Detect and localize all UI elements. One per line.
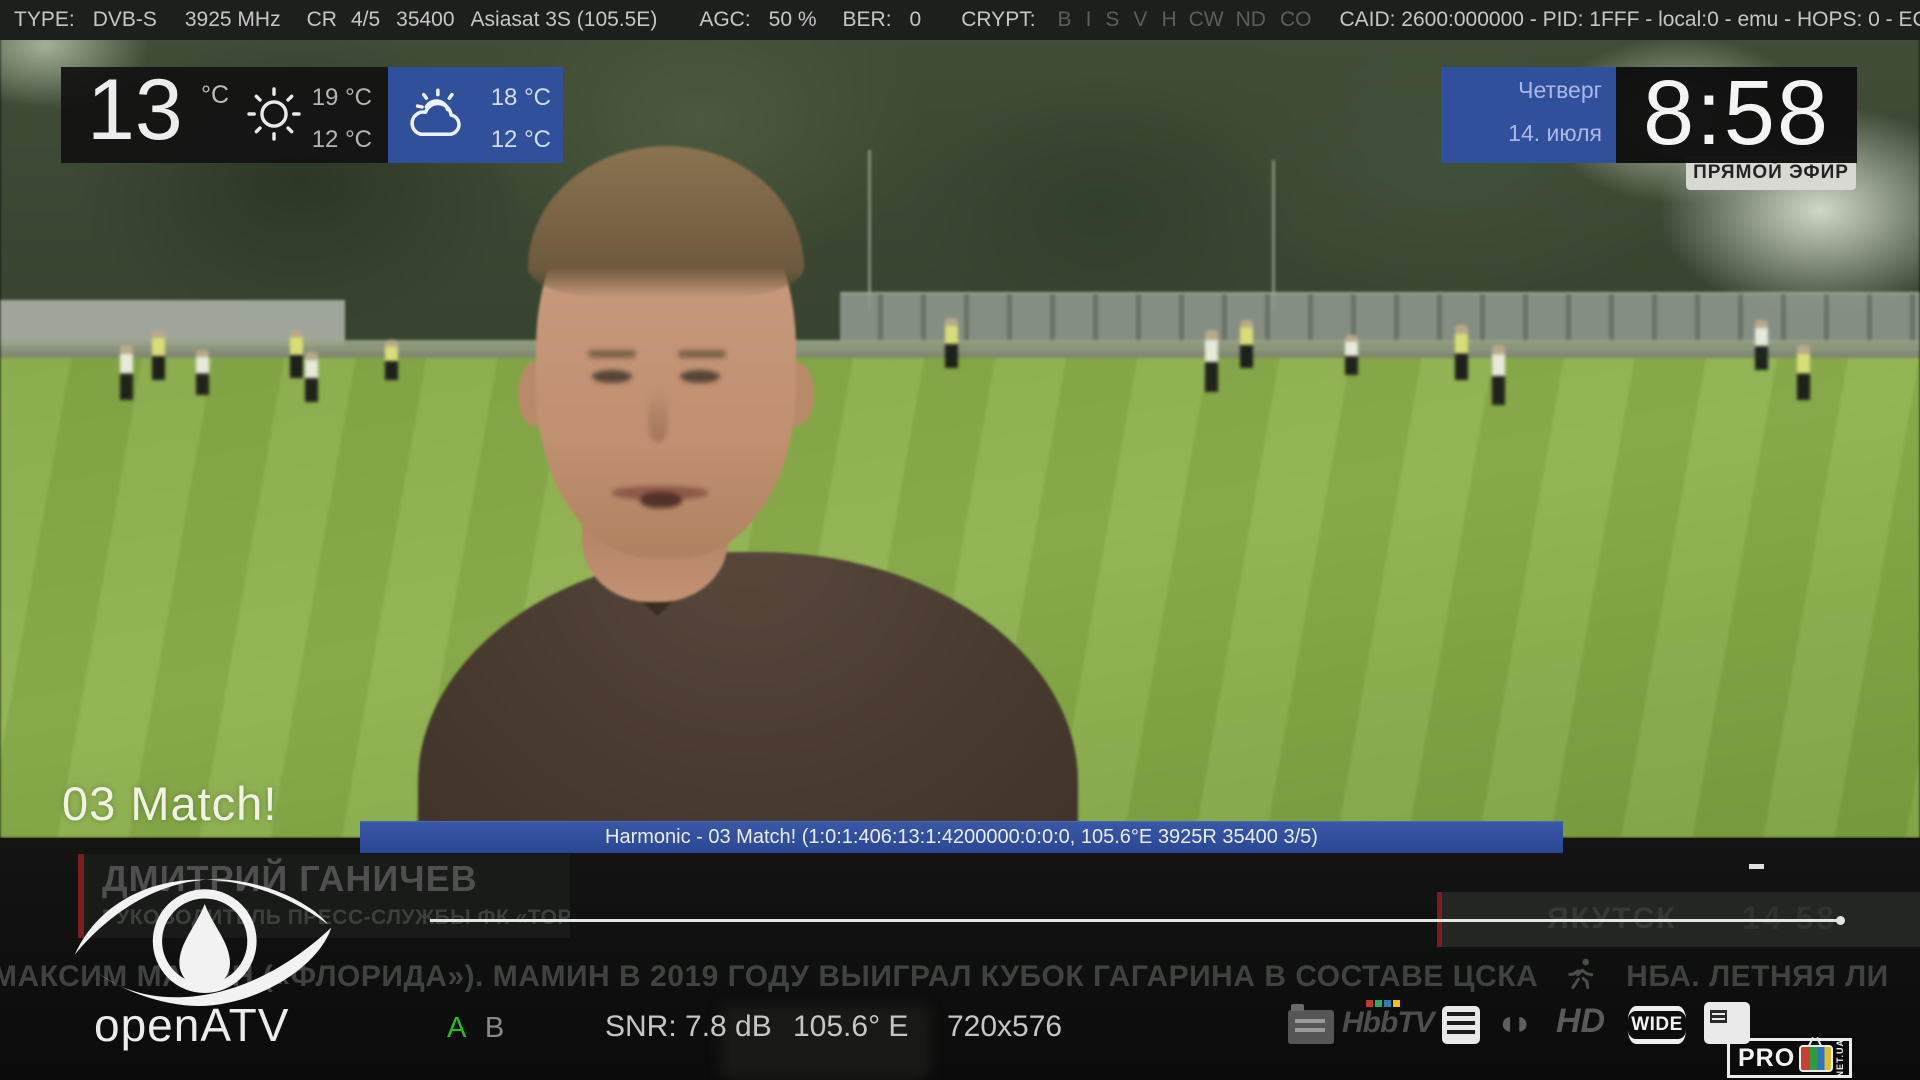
today-temps: 19 °C 12 °C (312, 77, 372, 161)
tomorrow-low: 12 °C (491, 119, 551, 161)
caid-info: CAID: 2600:000000 - PID: 1FFF - local:0 … (1339, 8, 1920, 32)
clock-panel: 8:58 (1616, 67, 1857, 163)
graphic-dash (1749, 864, 1764, 869)
cr-label: CR (307, 8, 337, 32)
video-shadow-blob (720, 1005, 930, 1080)
openatv-eye-icon (68, 846, 338, 1016)
today-low: 12 °C (312, 119, 372, 161)
tuner-info-bar: TYPE: DVB-S 3925 MHz CR 4/5 35400 Asiasa… (0, 0, 1920, 40)
satellite-name: Asiasat 3S (105.5E) (471, 8, 658, 32)
watermark-net-text: NET.UA (1836, 1039, 1845, 1078)
today-high: 19 °C (312, 77, 372, 119)
crypt-flag: H (1161, 8, 1176, 32)
current-temperature: 13 (87, 57, 183, 163)
agc-label: AGC: (699, 8, 750, 32)
tomorrow-high: 18 °C (491, 77, 551, 119)
graphic-line (430, 919, 1842, 922)
channel-caption: 03 Match! (62, 776, 277, 831)
tv-set-icon (1799, 1045, 1833, 1072)
date: 14. июля (1441, 120, 1602, 147)
frequency: 3925 MHz (185, 8, 281, 32)
weather-current-panel: 13 °C 19 °C 12 °C (61, 67, 388, 163)
crypt-flag: CW (1189, 8, 1224, 32)
watermark-pro-text: PRO (1738, 1044, 1795, 1073)
date-panel: Четверг 14. июля (1441, 67, 1616, 163)
temperature-unit: °C (201, 81, 229, 110)
service-info-bar: Harmonic - 03 Match! (1:0:1:406:13:1:420… (360, 821, 1563, 853)
ber-label: BER: (843, 8, 892, 32)
partly-cloudy-sun-icon (400, 83, 474, 145)
runner-icon (1564, 956, 1600, 992)
brand-text: openATV (94, 998, 289, 1052)
tv-osd-screen: ПРЯМОЙ ЭФИР ДМИТРИЙ ГАНИЧЕВ РУКОВОДИТЕЛЬ… (0, 0, 1920, 1080)
type-label: TYPE: (14, 8, 75, 32)
weather-forecast-panel: 18 °C 12 °C (388, 67, 563, 163)
crypt-flag: S (1105, 8, 1119, 32)
cr-value: 4/5 (351, 8, 380, 32)
crypt-label: CRYPT: (961, 8, 1035, 32)
tomorrow-temps: 18 °C 12 °C (491, 77, 551, 161)
clock-time: 8:58 (1616, 67, 1857, 159)
type-value: DVB-S (93, 8, 157, 32)
weekday: Четверг (1441, 77, 1602, 104)
ber-value: 0 (910, 8, 922, 32)
crypt-flag: I (1086, 8, 1092, 32)
agc-value: 50 % (769, 8, 817, 32)
crypt-flag: V (1133, 8, 1147, 32)
crypt-flag: ND (1236, 8, 1266, 32)
ticker-text-2: НБА. ЛЕТНЯЯ ЛИ (1626, 960, 1889, 993)
sun-icon (243, 83, 305, 145)
channel-watermark: PRO NET.UA (1727, 1038, 1852, 1078)
symbol-rate: 35400 (396, 8, 454, 32)
weather-widget: 13 °C 19 °C 12 °C (61, 67, 563, 163)
crypt-flag: B (1058, 8, 1072, 32)
crypt-flag: CO (1280, 8, 1312, 32)
